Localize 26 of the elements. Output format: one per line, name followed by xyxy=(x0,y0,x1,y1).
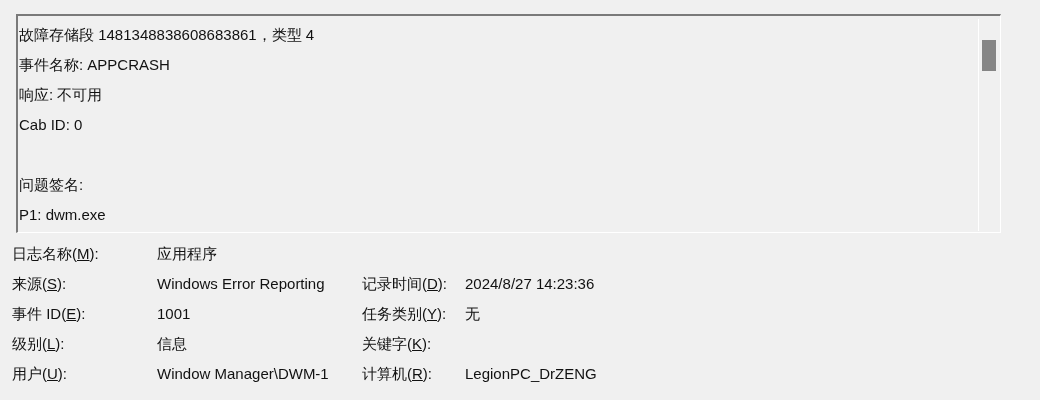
description-line: Cab ID: 0 xyxy=(19,115,83,135)
scrollbar-thumb[interactable] xyxy=(981,40,996,71)
field-label: 任务类别(Y): xyxy=(362,303,448,324)
field-value: 信息 xyxy=(157,334,187,352)
scrollbar[interactable] xyxy=(978,19,998,231)
field-value: 2024/8/27 14:23:36 xyxy=(465,274,595,292)
field-label: 日志名称(M): xyxy=(12,243,100,264)
field-value: 无 xyxy=(465,304,480,322)
description-box[interactable]: 故障存储段 1481348838608683861，类型 4 事件名称: APPCRASH 响应: 不可用 Cab ID: 0 问题签名: P1: dwm.exe xyxy=(16,14,1001,233)
field-value: Window Manager\DWM-1 xyxy=(157,364,329,382)
field-label: 用户(U): xyxy=(12,363,68,384)
description-line: 事件名称: APPCRASH xyxy=(19,55,170,75)
field-value: LegionPC_DrZENG xyxy=(465,364,597,382)
description-line: 响应: 不可用 xyxy=(19,85,103,105)
field-value: Windows Error Reporting xyxy=(157,274,325,292)
description-line: 问题签名: xyxy=(19,175,84,195)
field-value: 应用程序 xyxy=(157,244,217,262)
field-label: 记录时间(D): xyxy=(362,273,448,294)
field-label: 计算机(R): xyxy=(362,363,433,384)
field-label: 级别(L): xyxy=(12,333,66,354)
field-label: 来源(S): xyxy=(12,273,68,294)
field-value: 1001 xyxy=(157,304,191,322)
description-line: 故障存储段 1481348838608683861，类型 4 xyxy=(19,25,315,45)
field-label: 关键字(K): xyxy=(362,333,433,354)
description-line: P1: dwm.exe xyxy=(19,205,106,225)
field-label: 事件 ID(E): xyxy=(12,303,87,324)
